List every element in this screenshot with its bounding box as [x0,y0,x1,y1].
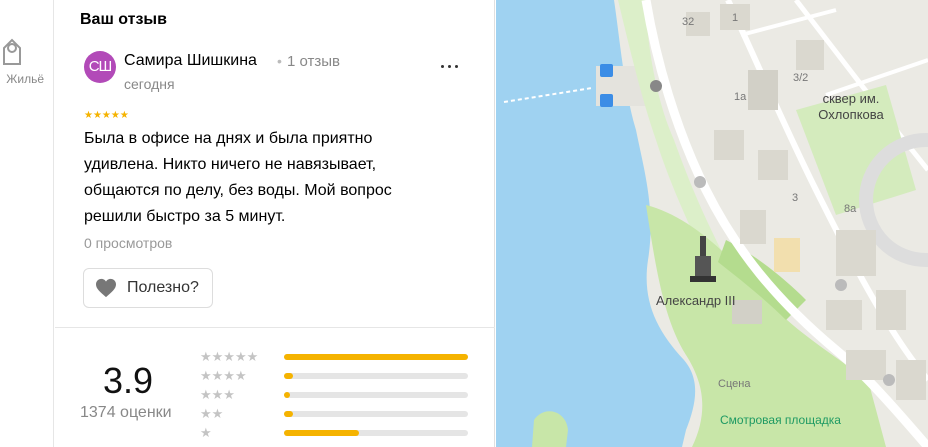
author-reviews-count: 1 отзыв [287,53,341,70]
review-date: сегодня [124,76,175,92]
map-label-house: 32 [682,16,695,28]
distribution-bar-track [284,411,468,417]
heart-icon [96,278,116,298]
map-label-house: 3/2 [793,72,809,84]
map-label-house: 1 [732,12,739,24]
useful-button[interactable]: Полезно? [83,268,213,308]
distribution-bar-fill [284,430,360,436]
map-canvas [496,0,928,447]
distribution-bar-fill [284,354,468,360]
avatar[interactable]: СШ [84,51,116,83]
divider [55,327,495,328]
distribution-bar-track [284,373,468,379]
distribution-stars: ★★★ [200,387,235,402]
review-panel: Ваш отзыв СШ Самира Шишкина • 1 отзыв се… [55,0,495,447]
map-label-house: 8а [844,203,857,215]
average-rating: 3.9 [103,360,154,401]
views-count: 0 просмотров [84,235,173,251]
rail-item-label: Жильё [6,72,44,86]
distribution-row: ★★ [200,407,475,421]
separator-dot: • [277,53,282,69]
building-icon [3,38,21,65]
distribution-bar-fill [284,373,294,379]
useful-label: Полезно? [127,279,199,296]
more-options-button[interactable] [438,56,462,76]
review-stars: ★★★★★ [84,110,129,121]
map-label-house: 3 [792,192,799,204]
section-title: Ваш отзыв [80,11,167,28]
distribution-bar-fill [284,392,290,398]
distribution-row: ★★★★★ [200,350,475,364]
map-label-monument: Александр III [656,293,736,308]
map-label-square: сквер им. Охлопкова [818,91,884,122]
distribution-stars: ★★★★ [200,368,247,383]
distribution-row: ★★★ [200,388,475,402]
map-label-house: 1а [734,91,747,103]
author-name[interactable]: Самира Шишкина [124,52,257,70]
distribution-bar-track [284,392,468,398]
distribution-stars: ★★★★★ [200,349,259,364]
more-icon [441,65,444,68]
distribution-bar-track [284,430,468,436]
distribution-stars: ★ [200,425,212,440]
map-label-viewpoint: Смотровая площадка [720,413,841,427]
map-label-scene: Сцена [718,378,751,390]
distribution-row: ★ [200,426,475,440]
map[interactable]: 32 1 3/2 1а 3 8а сквер им. Охлопкова Але… [496,0,928,447]
left-rail: Жильё [0,0,54,447]
review-text: Была в офисе на днях и была приятно удив… [84,130,392,225]
distribution-row: ★★★★ [200,369,475,383]
ratings-count: 1374 оценки [80,404,172,421]
distribution-bar-fill [284,411,294,417]
distribution-stars: ★★ [200,406,224,421]
rail-item-housing[interactable]: Жильё [0,32,54,92]
distribution-bar-track [284,354,468,360]
